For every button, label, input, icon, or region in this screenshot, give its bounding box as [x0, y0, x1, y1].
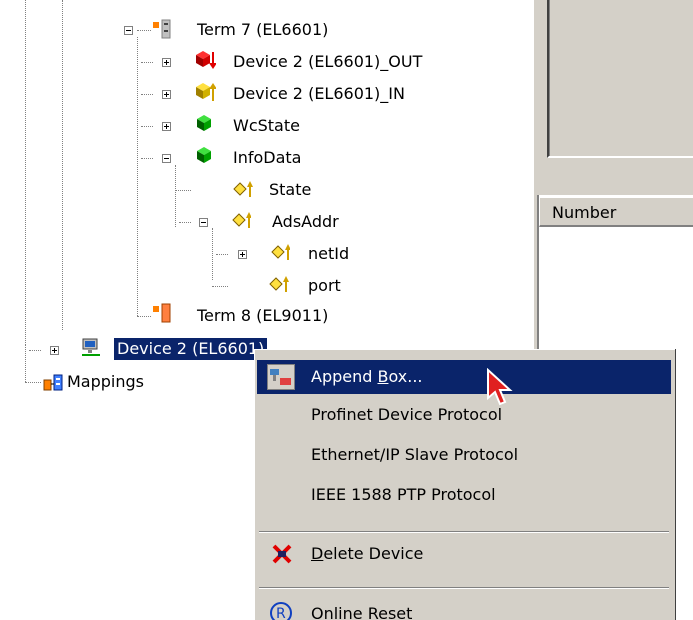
tree-line — [175, 165, 176, 227]
expand-toggle[interactable] — [162, 90, 171, 99]
tree-line — [216, 254, 228, 255]
tree-item-term8[interactable]: Term 8 (EL9011) — [197, 305, 328, 327]
tree-line — [141, 94, 153, 95]
tree-line — [25, 0, 26, 345]
tree-line — [29, 350, 41, 351]
menu-item-profinet[interactable]: Profinet Device Protocol — [257, 398, 671, 432]
menu-item-label: IEEE 1588 PTP Protocol — [311, 485, 496, 504]
column-header-label: Number — [552, 203, 617, 222]
expand-toggle[interactable] — [238, 250, 247, 259]
context-menu: Append Box... Profinet Device Protocol E… — [254, 349, 675, 620]
menu-separator — [259, 587, 669, 589]
variable-icon — [269, 276, 289, 292]
tree-item-in[interactable]: Device 2 (EL6601)_IN — [233, 83, 405, 105]
tree-line — [62, 0, 63, 330]
tree-item-state[interactable]: State — [269, 179, 311, 201]
menu-item-ieee1588[interactable]: IEEE 1588 PTP Protocol — [257, 478, 671, 512]
tree-line — [175, 190, 191, 191]
tree-line — [212, 228, 213, 280]
mouse-cursor-icon — [487, 368, 513, 406]
variable-group-icon — [197, 147, 211, 163]
delete-device-icon — [272, 544, 292, 564]
expand-toggle[interactable] — [162, 122, 171, 131]
menu-item-delete-device[interactable]: Delete Device — [257, 537, 671, 571]
variable-icon — [232, 212, 251, 228]
terminal-icon — [153, 19, 171, 39]
menu-item-online-reset[interactable]: R Online Reset — [257, 598, 671, 620]
tree-line — [141, 158, 153, 159]
variable-group-icon — [197, 115, 211, 131]
tree-item-infodata[interactable]: InfoData — [233, 147, 301, 169]
tree-item-out[interactable]: Device 2 (EL6601)_OUT — [233, 51, 422, 73]
info-box — [547, 0, 693, 158]
tree-line — [137, 37, 138, 316]
variable-icon — [271, 244, 290, 260]
expand-toggle[interactable] — [50, 346, 59, 355]
tree-line — [179, 222, 191, 223]
svg-text:R: R — [276, 606, 286, 620]
tree-line — [25, 345, 26, 382]
collapse-toggle[interactable] — [199, 218, 208, 227]
output-variable-icon — [196, 51, 216, 69]
menu-item-label: Ethernet/IP Slave Protocol — [311, 445, 519, 464]
tree-line — [141, 126, 153, 127]
menu-item-ethernetip[interactable]: Ethernet/IP Slave Protocol — [257, 438, 671, 472]
online-reset-icon: R — [270, 602, 292, 620]
tree-item-device2[interactable]: Device 2 (EL6601) — [114, 338, 268, 360]
input-variable-icon — [196, 83, 216, 101]
tree-line — [137, 316, 151, 317]
tree-item-netid[interactable]: netId — [308, 243, 349, 265]
tree-line — [212, 286, 228, 287]
menu-item-label: Delete Device — [311, 544, 424, 563]
menu-item-label: Profinet Device Protocol — [311, 405, 503, 424]
variable-icon — [233, 181, 253, 197]
network-device-icon — [82, 338, 100, 356]
tree-line — [137, 30, 151, 31]
tree-item-adsaddr[interactable]: AdsAddr — [272, 211, 339, 233]
column-header-number[interactable]: Number — [539, 197, 693, 227]
collapse-toggle[interactable] — [124, 26, 133, 35]
expand-toggle[interactable] — [162, 58, 171, 67]
mappings-icon — [43, 374, 63, 391]
collapse-toggle[interactable] — [162, 154, 171, 163]
tree-item-mappings[interactable]: Mappings — [67, 371, 144, 393]
tree-line — [141, 62, 153, 63]
tree-item-term7[interactable]: Term 7 (EL6601) — [197, 19, 328, 41]
tree-item-port[interactable]: port — [308, 275, 341, 297]
menu-item-append-box[interactable]: Append Box... — [257, 360, 671, 394]
append-box-icon — [267, 364, 295, 390]
terminal-icon — [153, 303, 171, 323]
menu-item-label: Online Reset — [311, 604, 413, 620]
menu-item-label: Append Box... — [311, 367, 423, 386]
tree-item-wcstate[interactable]: WcState — [233, 115, 300, 137]
tree-line — [25, 382, 41, 383]
menu-separator — [259, 531, 669, 533]
